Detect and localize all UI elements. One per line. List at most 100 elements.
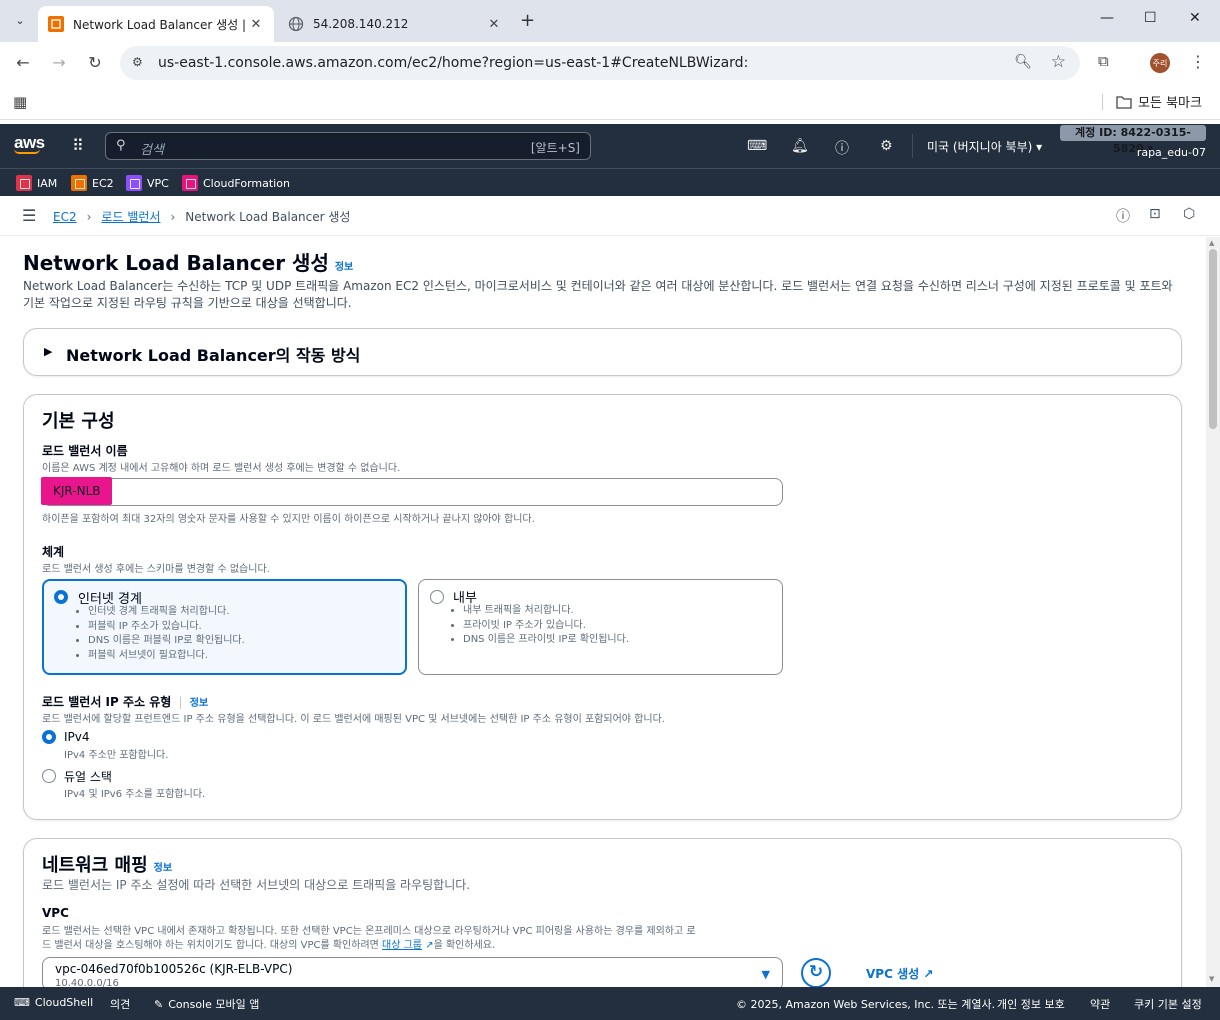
breadcrumb-current: Network Load Balancer 생성 [185, 210, 351, 224]
scrollbar-thumb[interactable] [1209, 249, 1217, 429]
scheme-tile-internal[interactable]: 내부 내부 트래픽을 처리합니다. 프라이빗 IP 주소가 있습니다. DNS … [418, 579, 783, 675]
lb-name-constraint: 하이픈을 포함하여 최대 32자의 영숫자 문자를 사용할 수 있지만 이름이 … [42, 514, 535, 525]
cookie-preferences-link[interactable]: 쿠키 기본 설정 [1134, 996, 1202, 1012]
caret-right-icon: ▶ [44, 345, 53, 358]
region-selector[interactable]: 미국 (버지니아 북부) ▾ [927, 138, 1042, 155]
favorite-vpc[interactable]: VPC [126, 175, 169, 191]
extensions-icon[interactable]: ⧉ [1098, 52, 1109, 70]
tab-nlb-create[interactable]: Network Load Balancer 생성 | ✕ [38, 6, 274, 42]
scheme-tile-internet-facing[interactable]: 인터넷 경계 인터넷 경계 트래픽을 처리합니다. 퍼블릭 IP 주소가 있습니… [42, 579, 407, 675]
network-mapping-panel: 네트워크 매핑 정보 로드 밸런서는 IP 주소 설정에 따라 선택한 서브넷의 … [23, 838, 1182, 987]
tutorial-icon[interactable]: ⊡ [1149, 206, 1161, 222]
scheme-hint: 로드 밸런서 생성 후에는 스키마를 변경할 수 없습니다. [42, 564, 270, 575]
ip-option-label[interactable]: 듀얼 스택 [64, 768, 112, 785]
vpc-create-label: VPC 생성 [866, 967, 920, 981]
main-content: Network Load Balancer 생성 정보 Network Load … [0, 237, 1206, 987]
account-id-badge[interactable]: 계정 ID: 8422-0315-5820 ▾ [1060, 125, 1206, 155]
cloudshell-button[interactable]: ⌨ CloudShell [14, 996, 93, 1009]
radio-internal[interactable] [430, 590, 444, 604]
bullet: DNS 이름은 퍼블릭 IP로 확인됩니다. [88, 634, 245, 649]
radio-ipv4[interactable] [42, 730, 56, 744]
terminal-icon: ⌨ [14, 996, 30, 1009]
gear-icon[interactable]: ⚙ [880, 138, 893, 154]
radio-dualstack[interactable] [42, 769, 56, 783]
help-icon[interactable]: ⓘ [835, 138, 849, 158]
aws-logo[interactable]: aws [14, 133, 45, 154]
scroll-up-icon[interactable]: ▲ [1209, 239, 1214, 247]
mobile-app-link[interactable]: ✎ Console 모바일 앱 [154, 996, 259, 1012]
lb-name-label: 로드 밸런서 이름 [42, 444, 128, 458]
site-info-icon[interactable]: ⚙ [132, 55, 143, 69]
privacy-link[interactable]: 개인 정보 보호 [997, 996, 1065, 1012]
page-title: Network Load Balancer 생성 정보 [23, 247, 353, 276]
window-close-icon[interactable]: ✕ [1189, 10, 1201, 26]
search-shortcut: [알트+S] [530, 141, 580, 155]
cloudshell-icon[interactable]: ⌨ [747, 138, 767, 154]
tab-title: 54.208.140.212 [313, 17, 409, 31]
all-bookmarks-button[interactable]: 모든 북마크 [1116, 92, 1202, 111]
minimize-icon[interactable]: — [1100, 10, 1114, 26]
zoom-icon[interactable]: 🔍︎ [1014, 54, 1032, 70]
radio-internet-facing[interactable] [54, 590, 68, 604]
new-tab-button[interactable]: + [520, 10, 535, 31]
info-link[interactable]: 정보 [335, 262, 353, 273]
ip-option-label[interactable]: IPv4 [64, 730, 90, 744]
edit-icon: ✎ [154, 997, 164, 1011]
section-title: 네트워크 매핑 정보 [42, 851, 172, 877]
url-text[interactable]: us-east-1.console.aws.amazon.com/ec2/hom… [158, 55, 748, 71]
avatar[interactable]: 주리 [1150, 53, 1170, 73]
bell-icon[interactable]: 🔔︎ [791, 138, 809, 154]
info-link[interactable]: 정보 [190, 698, 208, 709]
bullet: 내부 트래픽을 처리합니다. [463, 604, 629, 619]
bullet: 퍼블릭 서브넷이 필요합니다. [88, 649, 245, 664]
cloudshell-label: CloudShell [34, 996, 94, 1009]
browser-menu-icon[interactable]: ⋮ [1190, 52, 1206, 71]
reload-icon[interactable]: ↻ [84, 52, 106, 74]
vpc-select[interactable]: vpc-046ed70f0b100526c (KJR-ELB-VPC) 10.4… [42, 957, 783, 987]
maximize-icon[interactable]: ☐ [1144, 10, 1157, 26]
apps-grid-icon[interactable]: ▦ [13, 93, 27, 111]
tab-close-icon[interactable]: ✕ [248, 17, 264, 32]
info-link[interactable]: 정보 [154, 863, 172, 874]
ip-type-label: 로드 밸런서 IP 주소 유형 | 정보 [42, 693, 208, 710]
favorite-label: CloudFormation [203, 176, 290, 190]
page-scrollbar[interactable]: ▲ ▼ [1206, 237, 1220, 987]
bullet: DNS 이름은 프라이빗 IP로 확인됩니다. [463, 633, 629, 648]
services-menu-icon[interactable]: ⠿ [72, 136, 84, 155]
tab-ip-address[interactable]: 54.208.140.212 ✕ [278, 6, 512, 42]
favorite-ec2[interactable]: EC2 [71, 175, 114, 191]
page-title-text: Network Load Balancer 생성 [23, 251, 329, 275]
address-bar[interactable]: ⚙ us-east-1.console.aws.amazon.com/ec2/h… [120, 46, 1080, 80]
ip-type-label-text: 로드 밸런서 IP 주소 유형 [42, 695, 172, 709]
vpc-icon [126, 175, 142, 191]
caret-down-icon: ▼ [761, 968, 770, 981]
lb-name-input[interactable]: KJR-NLB [41, 477, 783, 506]
bookmark-star-icon[interactable]: ☆ [1051, 52, 1066, 72]
how-it-works-expander[interactable]: ▶ Network Load Balancer의 작동 방식 [23, 328, 1182, 376]
terms-link[interactable]: 약관 [1090, 996, 1110, 1012]
hamburger-menu-icon[interactable]: ☰ [22, 206, 36, 225]
notifications-panel-icon[interactable]: ⬡ [1183, 206, 1195, 222]
back-arrow-icon[interactable]: ← [12, 52, 34, 74]
section-title: 기본 구성 [42, 411, 115, 432]
breadcrumb-load-balancers[interactable]: 로드 밸런서 [101, 208, 160, 225]
tab-search-chevron-icon[interactable]: ⌄ [8, 8, 32, 32]
breadcrumb-ec2[interactable]: EC2 [53, 210, 77, 224]
aws-top-nav: aws ⠿ ⚲ 검색 [알트+S] ⌨ 🔔︎ ⓘ ⚙ 미국 (버지니아 북부) … [0, 124, 1220, 168]
info-panel-icon[interactable]: ⓘ [1116, 206, 1130, 226]
target-group-link[interactable]: 대상 그룹 [382, 940, 422, 951]
forward-arrow-icon[interactable]: → [48, 52, 70, 74]
tab-close-icon[interactable]: ✕ [486, 17, 502, 32]
search-input[interactable]: ⚲ 검색 [알트+S] [105, 132, 591, 160]
vpc-create-link[interactable]: VPC 생성 ↗ [866, 965, 933, 982]
account-user[interactable]: rapa_edu-07 [1137, 146, 1206, 159]
scroll-down-icon[interactable]: ▼ [1209, 975, 1214, 983]
favorite-iam[interactable]: IAM [16, 175, 57, 191]
feedback-link[interactable]: 의견 [110, 996, 130, 1012]
search-icon: ⚲ [116, 138, 126, 153]
cloudformation-icon [182, 175, 198, 191]
favorite-cloudformation[interactable]: CloudFormation [182, 175, 290, 191]
bullet: 프라이빗 IP 주소가 있습니다. [463, 619, 629, 634]
refresh-button[interactable]: ↻ [801, 958, 831, 987]
scheme-option-bullets: 인터넷 경계 트래픽을 처리합니다. 퍼블릭 IP 주소가 있습니다. DNS … [88, 605, 245, 663]
